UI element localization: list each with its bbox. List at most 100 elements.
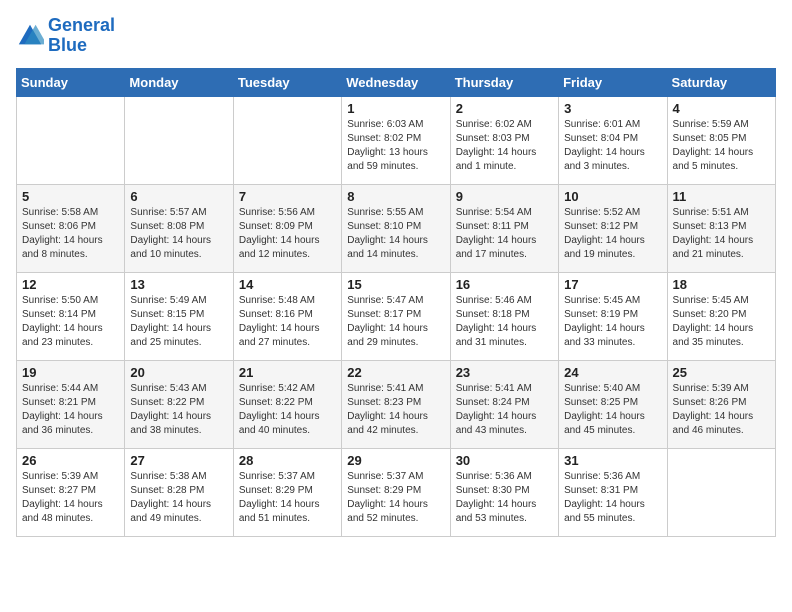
header-thursday: Thursday <box>450 68 558 96</box>
calendar-day-15: 15 Sunrise: 5:47 AMSunset: 8:17 PMDayligh… <box>342 272 450 360</box>
calendar-day-24: 24 Sunrise: 5:40 AMSunset: 8:25 PMDayligh… <box>559 360 667 448</box>
day-number: 28 <box>239 453 336 468</box>
day-number: 11 <box>673 189 770 204</box>
day-content: Sunrise: 5:41 AMSunset: 8:24 PMDaylight:… <box>456 382 553 438</box>
day-content: Sunrise: 5:49 AMSunset: 8:15 PMDaylight:… <box>130 294 227 350</box>
day-content: Sunrise: 5:43 AMSunset: 8:22 PMDaylight:… <box>130 382 227 438</box>
day-content: Sunrise: 5:48 AMSunset: 8:16 PMDaylight:… <box>239 294 336 350</box>
day-number: 14 <box>239 277 336 292</box>
calendar-day-14: 14 Sunrise: 5:48 AMSunset: 8:16 PMDayligh… <box>233 272 341 360</box>
day-number: 13 <box>130 277 227 292</box>
day-number: 24 <box>564 365 661 380</box>
calendar-day-22: 22 Sunrise: 5:41 AMSunset: 8:23 PMDayligh… <box>342 360 450 448</box>
calendar-day-2: 2Sunrise: 6:02 AMSunset: 8:03 PMDaylight… <box>450 96 558 184</box>
day-number: 7 <box>239 189 336 204</box>
day-number: 4 <box>673 101 770 116</box>
header-tuesday: Tuesday <box>233 68 341 96</box>
day-number: 5 <box>22 189 119 204</box>
calendar-week-row: 19 Sunrise: 5:44 AMSunset: 8:21 PMDayligh… <box>17 360 776 448</box>
day-number: 21 <box>239 365 336 380</box>
day-content: Sunrise: 5:40 AMSunset: 8:25 PMDaylight:… <box>564 382 661 438</box>
calendar-empty-cell <box>667 448 775 536</box>
day-number: 18 <box>673 277 770 292</box>
calendar-day-5: 5 Sunrise: 5:58 AMSunset: 8:06 PMDaylight… <box>17 184 125 272</box>
calendar-day-4: 4 Sunrise: 5:59 AMSunset: 8:05 PMDaylight… <box>667 96 775 184</box>
day-content: Sunrise: 5:45 AMSunset: 8:19 PMDaylight:… <box>564 294 661 350</box>
calendar-empty-cell <box>233 96 341 184</box>
day-content: Sunrise: 5:41 AMSunset: 8:23 PMDaylight:… <box>347 382 444 438</box>
day-content: Sunrise: 5:37 AMSunset: 8:29 PMDaylight:… <box>239 470 336 526</box>
calendar-day-8: 8Sunrise: 5:55 AMSunset: 8:10 PMDaylight… <box>342 184 450 272</box>
calendar-day-3: 3 Sunrise: 6:01 AMSunset: 8:04 PMDaylight… <box>559 96 667 184</box>
calendar-day-20: 20 Sunrise: 5:43 AMSunset: 8:22 PMDayligh… <box>125 360 233 448</box>
calendar-day-25: 25 Sunrise: 5:39 AMSunset: 8:26 PMDayligh… <box>667 360 775 448</box>
day-content: Sunrise: 5:39 AMSunset: 8:27 PMDaylight:… <box>22 470 119 526</box>
calendar-week-row: 5 Sunrise: 5:58 AMSunset: 8:06 PMDaylight… <box>17 184 776 272</box>
day-number: 19 <box>22 365 119 380</box>
day-number: 29 <box>347 453 444 468</box>
calendar-day-31: 31 Sunrise: 5:36 AMSunset: 8:31 PMDayligh… <box>559 448 667 536</box>
day-content: Sunrise: 5:46 AMSunset: 8:18 PMDaylight:… <box>456 294 553 350</box>
day-content: Sunrise: 5:47 AMSunset: 8:17 PMDaylight:… <box>347 294 444 350</box>
day-content: Sunrise: 5:51 AMSunset: 8:13 PMDaylight:… <box>673 206 770 262</box>
day-content: Sunrise: 5:37 AMSunset: 8:29 PMDaylight:… <box>347 470 444 526</box>
day-number: 31 <box>564 453 661 468</box>
header-monday: Monday <box>125 68 233 96</box>
calendar-day-16: 16 Sunrise: 5:46 AMSunset: 8:18 PMDayligh… <box>450 272 558 360</box>
day-number: 1 <box>347 101 444 116</box>
calendar-day-19: 19 Sunrise: 5:44 AMSunset: 8:21 PMDayligh… <box>17 360 125 448</box>
calendar-day-9: 9 Sunrise: 5:54 AMSunset: 8:11 PMDaylight… <box>450 184 558 272</box>
day-number: 3 <box>564 101 661 116</box>
day-number: 9 <box>456 189 553 204</box>
calendar-day-27: 27Sunrise: 5:38 AMSunset: 8:28 PMDayligh… <box>125 448 233 536</box>
day-content: Sunrise: 6:01 AMSunset: 8:04 PMDaylight:… <box>564 118 661 174</box>
logo-text: General Blue <box>48 16 115 56</box>
calendar-day-17: 17 Sunrise: 5:45 AMSunset: 8:19 PMDayligh… <box>559 272 667 360</box>
calendar-day-13: 13 Sunrise: 5:49 AMSunset: 8:15 PMDayligh… <box>125 272 233 360</box>
day-number: 22 <box>347 365 444 380</box>
calendar-day-12: 12 Sunrise: 5:50 AMSunset: 8:14 PMDayligh… <box>17 272 125 360</box>
calendar-week-row: 1 Sunrise: 6:03 AMSunset: 8:02 PMDaylight… <box>17 96 776 184</box>
day-content: Sunrise: 5:59 AMSunset: 8:05 PMDaylight:… <box>673 118 770 174</box>
header-saturday: Saturday <box>667 68 775 96</box>
header-sunday: Sunday <box>17 68 125 96</box>
page-header: General Blue <box>16 16 776 56</box>
day-number: 15 <box>347 277 444 292</box>
day-content: Sunrise: 5:42 AMSunset: 8:22 PMDaylight:… <box>239 382 336 438</box>
logo: General Blue <box>16 16 115 56</box>
calendar-day-10: 10Sunrise: 5:52 AMSunset: 8:12 PMDayligh… <box>559 184 667 272</box>
day-number: 17 <box>564 277 661 292</box>
calendar-header-row: SundayMondayTuesdayWednesdayThursdayFrid… <box>17 68 776 96</box>
calendar-day-21: 21 Sunrise: 5:42 AMSunset: 8:22 PMDayligh… <box>233 360 341 448</box>
calendar-table: SundayMondayTuesdayWednesdayThursdayFrid… <box>16 68 776 537</box>
day-content: Sunrise: 5:38 AMSunset: 8:28 PMDaylight:… <box>130 470 227 526</box>
calendar-day-29: 29 Sunrise: 5:37 AMSunset: 8:29 PMDayligh… <box>342 448 450 536</box>
day-content: Sunrise: 5:39 AMSunset: 8:26 PMDaylight:… <box>673 382 770 438</box>
day-number: 8 <box>347 189 444 204</box>
day-number: 16 <box>456 277 553 292</box>
day-content: Sunrise: 5:50 AMSunset: 8:14 PMDaylight:… <box>22 294 119 350</box>
day-content: Sunrise: 5:56 AMSunset: 8:09 PMDaylight:… <box>239 206 336 262</box>
day-number: 25 <box>673 365 770 380</box>
calendar-day-30: 30Sunrise: 5:36 AMSunset: 8:30 PMDayligh… <box>450 448 558 536</box>
day-content: Sunrise: 5:36 AMSunset: 8:31 PMDaylight:… <box>564 470 661 526</box>
logo-icon <box>16 22 44 50</box>
calendar-day-7: 7 Sunrise: 5:56 AMSunset: 8:09 PMDaylight… <box>233 184 341 272</box>
day-number: 20 <box>130 365 227 380</box>
day-content: Sunrise: 5:58 AMSunset: 8:06 PMDaylight:… <box>22 206 119 262</box>
calendar-week-row: 26Sunrise: 5:39 AMSunset: 8:27 PMDayligh… <box>17 448 776 536</box>
calendar-day-28: 28 Sunrise: 5:37 AMSunset: 8:29 PMDayligh… <box>233 448 341 536</box>
day-number: 12 <box>22 277 119 292</box>
header-wednesday: Wednesday <box>342 68 450 96</box>
day-number: 23 <box>456 365 553 380</box>
day-content: Sunrise: 5:44 AMSunset: 8:21 PMDaylight:… <box>22 382 119 438</box>
day-content: Sunrise: 6:03 AMSunset: 8:02 PMDaylight:… <box>347 118 444 174</box>
day-number: 30 <box>456 453 553 468</box>
day-content: Sunrise: 5:52 AMSunset: 8:12 PMDaylight:… <box>564 206 661 262</box>
calendar-day-1: 1 Sunrise: 6:03 AMSunset: 8:02 PMDaylight… <box>342 96 450 184</box>
calendar-day-23: 23 Sunrise: 5:41 AMSunset: 8:24 PMDayligh… <box>450 360 558 448</box>
calendar-empty-cell <box>125 96 233 184</box>
day-content: Sunrise: 5:54 AMSunset: 8:11 PMDaylight:… <box>456 206 553 262</box>
day-content: Sunrise: 5:57 AMSunset: 8:08 PMDaylight:… <box>130 206 227 262</box>
calendar-day-26: 26Sunrise: 5:39 AMSunset: 8:27 PMDayligh… <box>17 448 125 536</box>
